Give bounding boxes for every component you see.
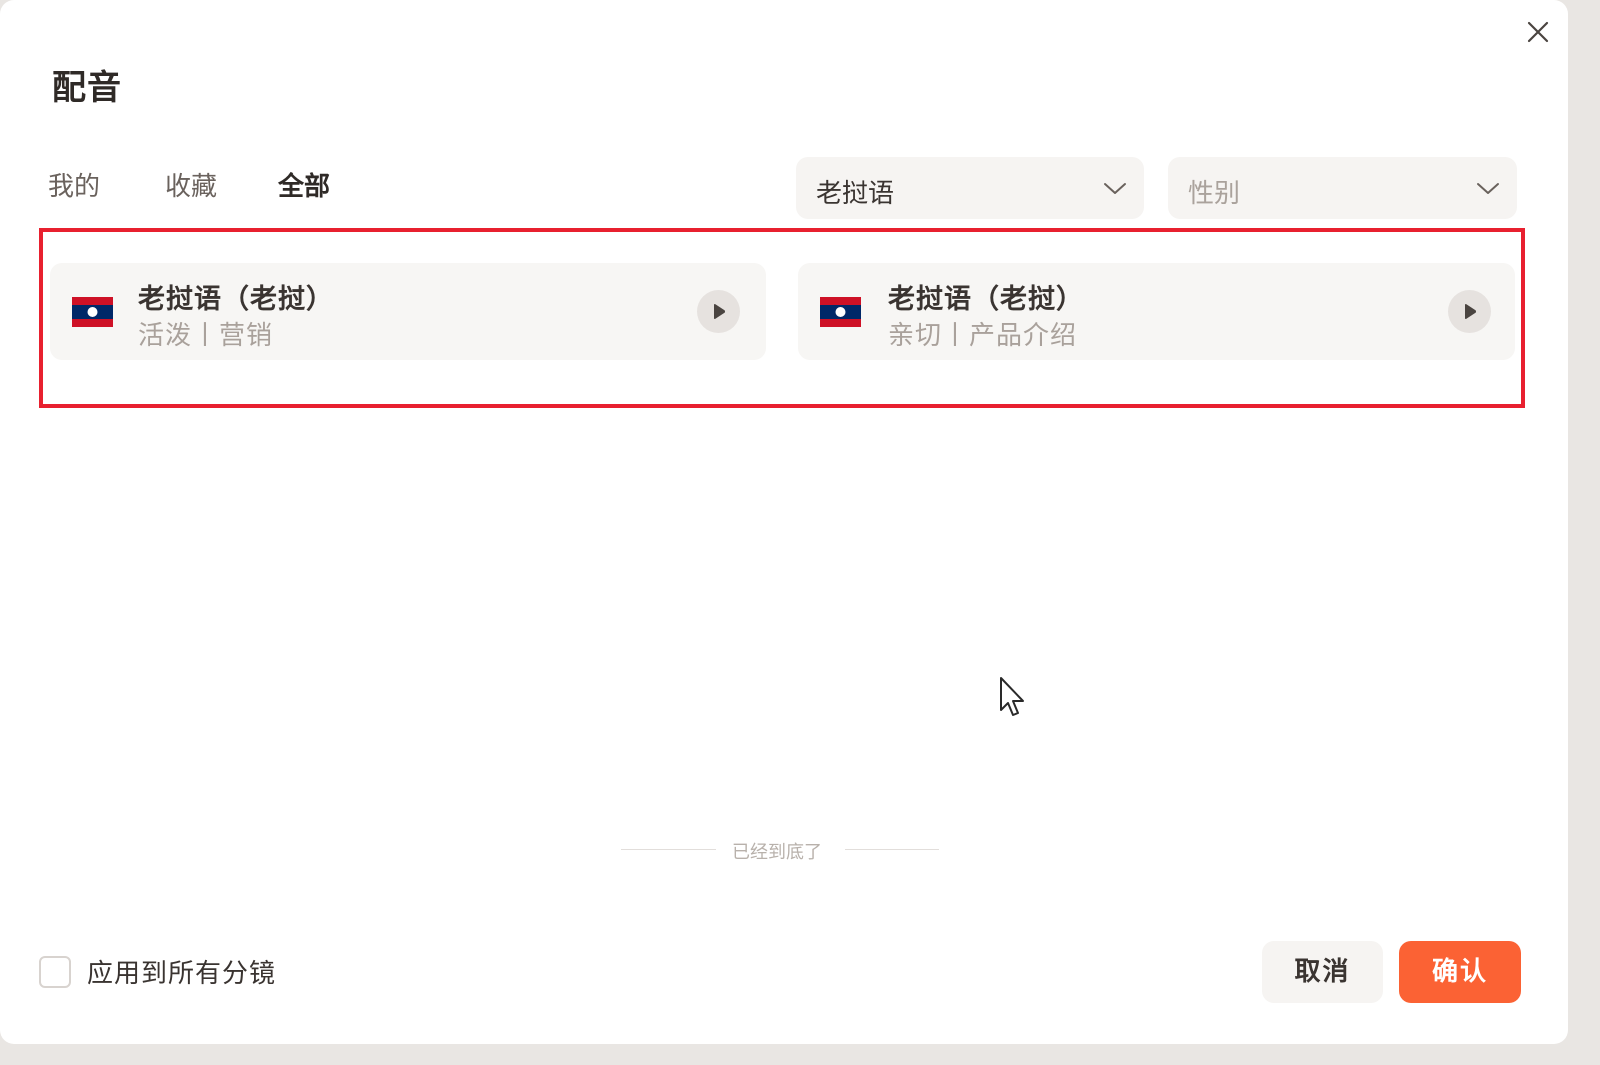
voice-name: 老挝语（老挝） [138, 284, 334, 315]
mouse-cursor-icon [1000, 677, 1024, 716]
play-icon [714, 304, 726, 319]
laos-flag-icon [72, 297, 113, 327]
language-select[interactable]: 老挝语 [796, 157, 1144, 219]
voice-card[interactable]: 老挝语（老挝） 活泼丨营销 [50, 263, 766, 360]
tab-all[interactable]: 全部 [278, 166, 330, 203]
laos-flag-icon [820, 297, 861, 327]
voice-tags: 亲切丨产品介绍 [888, 321, 1078, 351]
voice-dialog: 配音 我的 收藏 全部 老挝语 性别 老挝语（老挝） 活泼丨营销 老挝语（老挝）… [0, 0, 1568, 1044]
divider [845, 849, 939, 850]
cancel-button[interactable]: 取消 [1262, 941, 1383, 1003]
gender-select[interactable]: 性别 [1168, 157, 1517, 219]
close-icon [1527, 21, 1549, 43]
language-select-value: 老挝语 [816, 179, 895, 209]
apply-all-label[interactable]: 应用到所有分镜 [87, 953, 276, 990]
close-button[interactable] [1522, 16, 1554, 48]
list-end-text: 已经到底了 [732, 842, 822, 863]
tab-mine[interactable]: 我的 [48, 166, 100, 203]
voice-card[interactable]: 老挝语（老挝） 亲切丨产品介绍 [798, 263, 1515, 360]
voice-tags: 活泼丨营销 [138, 321, 274, 351]
play-button[interactable] [697, 290, 740, 333]
voice-name: 老挝语（老挝） [888, 284, 1084, 315]
play-icon [1465, 304, 1477, 319]
dialog-title: 配音 [52, 68, 122, 108]
confirm-button[interactable]: 确认 [1399, 941, 1521, 1003]
chevron-down-icon [1104, 183, 1126, 194]
apply-all-checkbox[interactable] [39, 956, 71, 988]
chevron-down-icon [1477, 183, 1499, 194]
divider [621, 849, 716, 850]
play-button[interactable] [1448, 290, 1491, 333]
tab-favorites[interactable]: 收藏 [165, 166, 217, 203]
gender-select-placeholder: 性别 [1188, 179, 1241, 209]
